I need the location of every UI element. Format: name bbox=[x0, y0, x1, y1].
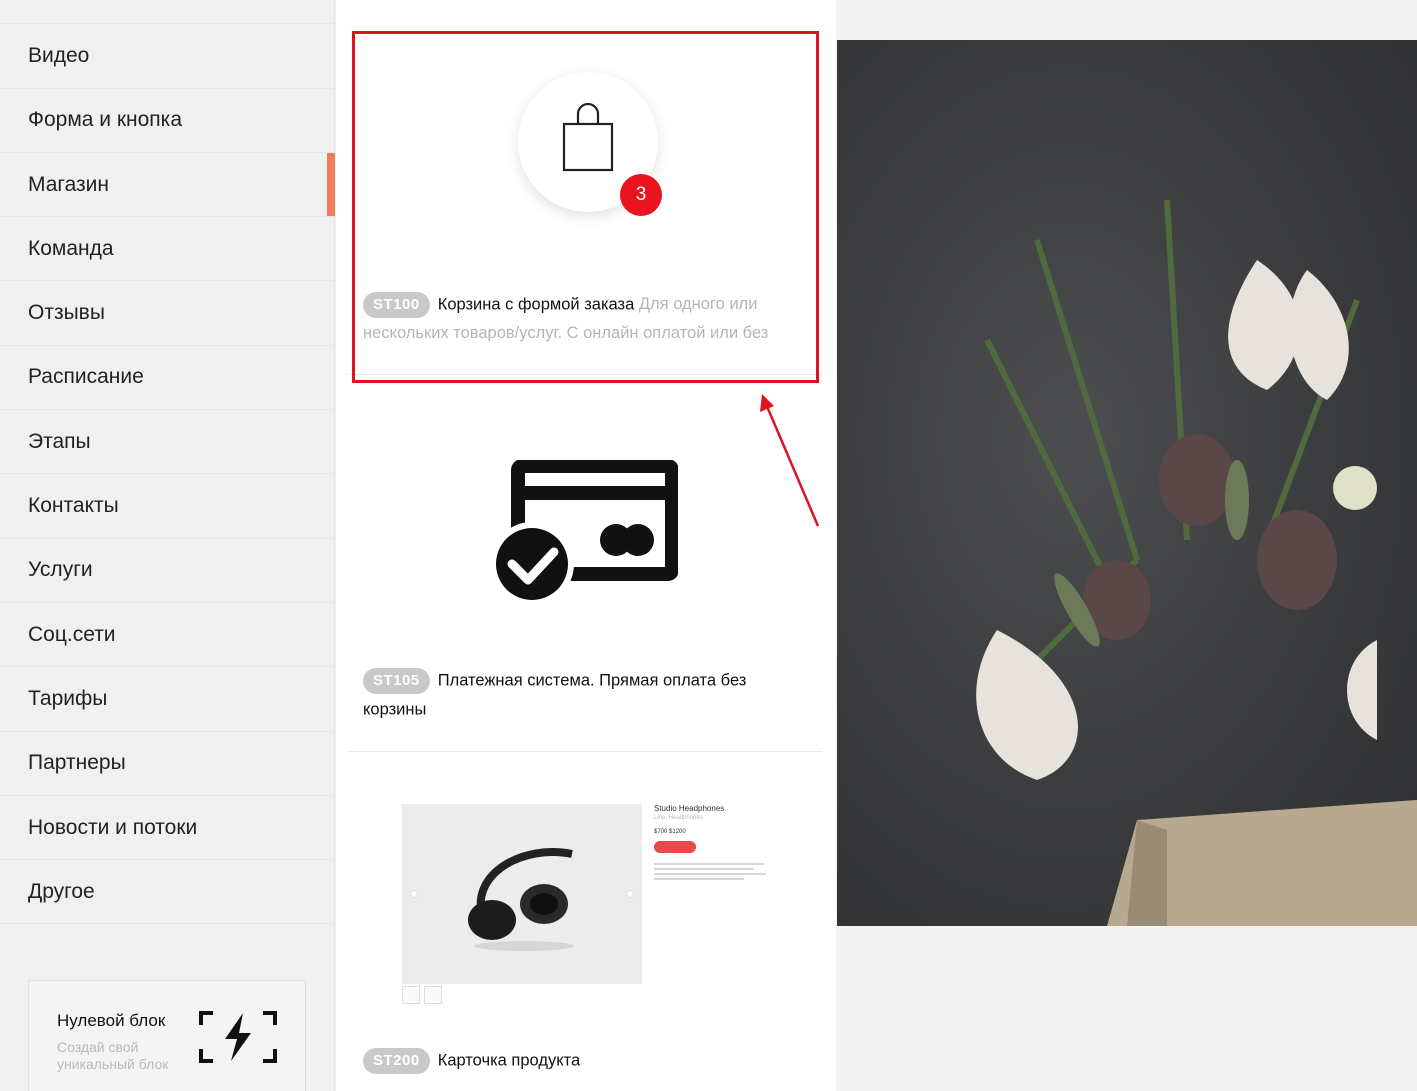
block-title: Корзина с формой заказа bbox=[437, 295, 635, 314]
zero-block-subtitle: Создай свой уникальный блок bbox=[57, 1039, 169, 1072]
block-code-badge: ST105 bbox=[363, 667, 430, 694]
product-subtitle: Line: Headphones bbox=[654, 815, 703, 821]
product-thumbnails bbox=[402, 986, 442, 1004]
sidebar-item-label: Услуги bbox=[28, 558, 93, 582]
product-price: $700 $1200 bbox=[654, 829, 686, 835]
cart-count-badge: 3 bbox=[620, 174, 662, 216]
block-caption: ST105 Платежная система. Прямая оплата бе… bbox=[363, 666, 803, 723]
sidebar-item-partners[interactable]: Партнеры bbox=[0, 732, 335, 796]
zero-block-title: Нулевой блок bbox=[57, 1011, 166, 1030]
block-list: 3 ST100 Корзина с формой заказа Для одног… bbox=[336, 0, 836, 1091]
headphones-icon bbox=[468, 848, 574, 951]
sidebar-item-label: Партнеры bbox=[28, 751, 126, 775]
product-image-preview bbox=[402, 804, 642, 984]
sidebar-item-label: Магазин bbox=[28, 172, 110, 196]
sidebar-item-label: Другое bbox=[28, 879, 95, 903]
shopping-bag-icon bbox=[562, 102, 614, 172]
sidebar-item-label: Этапы bbox=[28, 429, 91, 453]
zero-block-button[interactable]: Нулевой блок Создай свой уникальный блок bbox=[28, 980, 306, 1091]
product-info-preview: Studio Headphones Line: Headphones $700 … bbox=[654, 804, 774, 883]
block-card-st100[interactable]: 3 ST100 Корзина с формой заказа Для одног… bbox=[348, 40, 822, 375]
sidebar-item-reviews[interactable]: Отзывы bbox=[0, 281, 335, 346]
sidebar-item-label: Команда bbox=[28, 236, 114, 260]
product-description-lines bbox=[654, 863, 774, 880]
sidebar-item-label: Контакты bbox=[28, 494, 119, 518]
sidebar-item-pricing[interactable]: Тарифы bbox=[0, 667, 335, 732]
sidebar-item-team[interactable]: Команда bbox=[0, 217, 335, 282]
sidebar-item-services[interactable]: Услуги bbox=[0, 539, 335, 603]
sidebar-item-label: Форма и кнопка bbox=[28, 108, 183, 132]
slider-prev-dot bbox=[410, 890, 418, 898]
block-caption: ST100 Корзина с формой заказа Для одного … bbox=[363, 290, 803, 347]
sidebar-item-news[interactable]: Новости и потоки bbox=[0, 796, 335, 861]
sidebar-item-label: Видео bbox=[28, 43, 90, 67]
sidebar-item-other[interactable]: Другое bbox=[0, 860, 335, 925]
sidebar-item-social[interactable]: Соц.сети bbox=[0, 603, 335, 668]
sidebar-item-label: Новости и потоки bbox=[28, 815, 198, 839]
block-title: Карточка продукта bbox=[437, 1051, 581, 1070]
block-category-menu: Видео Форма и кнопка Магазин Команда Отз… bbox=[0, 0, 335, 925]
thumbnail bbox=[402, 986, 420, 1004]
sidebar-item-partial[interactable] bbox=[0, 0, 335, 25]
sidebar-item-contacts[interactable]: Контакты bbox=[0, 474, 335, 539]
sidebar-item-label: Тарифы bbox=[28, 686, 108, 710]
block-card-st105[interactable]: ST105 Платежная система. Прямая оплата бе… bbox=[348, 400, 822, 752]
cart-preview: 3 bbox=[518, 72, 662, 216]
lightning-frame-icon bbox=[199, 1011, 277, 1063]
block-card-st200[interactable]: Studio Headphones Line: Headphones $700 … bbox=[348, 780, 822, 1091]
block-preview-area bbox=[837, 0, 1417, 1091]
sidebar-item-label: Расписание bbox=[28, 365, 144, 389]
flower-photo bbox=[837, 40, 1417, 926]
payment-card-check-icon bbox=[490, 460, 678, 605]
flowers-image bbox=[976, 199, 1417, 926]
sidebar: Видео Форма и кнопка Магазин Команда Отз… bbox=[0, 0, 335, 1091]
product-name: Studio Headphones bbox=[654, 804, 725, 813]
slider-next-dot bbox=[626, 890, 634, 898]
thumbnail bbox=[424, 986, 442, 1004]
sidebar-item-label: Отзывы bbox=[28, 301, 105, 325]
buy-button-preview bbox=[654, 841, 696, 853]
sidebar-item-form-button[interactable]: Форма и кнопка bbox=[0, 89, 335, 153]
sidebar-item-label: Соц.сети bbox=[28, 622, 116, 646]
block-code-badge: ST200 bbox=[363, 1047, 430, 1074]
block-caption: ST200 Карточка продукта bbox=[363, 1046, 803, 1075]
sidebar-item-schedule[interactable]: Расписание bbox=[0, 346, 335, 411]
sidebar-item-shop[interactable]: Магазин bbox=[0, 152, 335, 218]
block-code-badge: ST100 bbox=[363, 291, 430, 318]
sidebar-item-steps[interactable]: Этапы bbox=[0, 410, 335, 475]
sidebar-item-video[interactable]: Видео bbox=[0, 24, 335, 89]
